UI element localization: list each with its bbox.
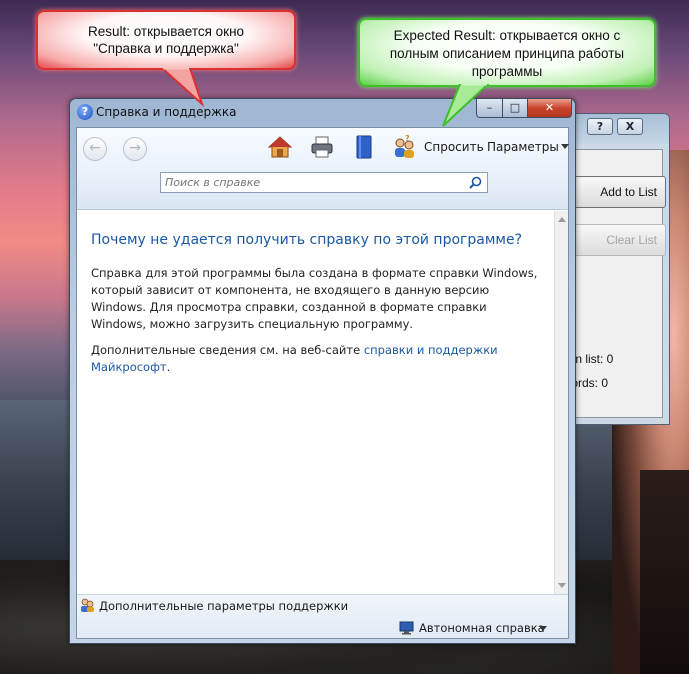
more-support-options-link[interactable]: Дополнительные параметры поддержки <box>99 599 348 613</box>
search-icon[interactable] <box>469 176 482 189</box>
article-heading: Почему не удается получить справку по эт… <box>91 232 523 248</box>
options-chevron-down-icon[interactable] <box>561 144 569 149</box>
background-app-body: Add to List Clear List Items in list: 0 … <box>561 149 666 418</box>
offline-help-icon <box>399 621 414 635</box>
help-article: Почему не удается получить справку по эт… <box>77 211 554 594</box>
help-client-area: ← → ? Спросить Параметры Поиск в справке… <box>76 127 569 639</box>
more-info-text: Дополнительные сведения см. на веб-сайте <box>91 343 364 357</box>
support-people-icon <box>81 598 94 612</box>
expected-callout-line3: программы <box>471 64 543 79</box>
help-footer: Дополнительные параметры поддержки Автон… <box>77 594 568 638</box>
svg-text:?: ? <box>405 134 410 143</box>
background-help-button[interactable]: ? <box>587 118 613 135</box>
background-app-titlebar[interactable]: ? X <box>561 114 669 144</box>
desktop-portrait-hair <box>640 470 689 674</box>
expected-callout-line1: Expected Result: открывается окно с <box>393 28 621 43</box>
book-icon[interactable] <box>351 134 377 160</box>
result-callout: Result: открывается окно "Справка и подд… <box>36 10 296 70</box>
background-app-window[interactable]: ? X Add to List Clear List Items in list… <box>560 113 670 425</box>
background-close-button[interactable]: X <box>617 118 643 135</box>
offline-help-chevron-down-icon[interactable] <box>539 626 547 631</box>
article-paragraph-more-info: Дополнительные сведения см. на веб-сайте… <box>91 342 540 376</box>
options-button[interactable]: Параметры <box>487 140 559 154</box>
ask-button[interactable]: Спросить <box>424 140 484 154</box>
back-arrow-icon[interactable]: ← <box>83 137 107 161</box>
search-box[interactable] <box>160 172 488 193</box>
expected-callout-line2: полным описанием принципа работы <box>389 46 625 61</box>
close-button[interactable]: ✕ <box>527 99 572 118</box>
article-paragraph: Справка для этой программы была создана … <box>91 266 538 331</box>
forward-arrow-icon[interactable]: → <box>123 137 147 161</box>
question-circle-icon: ? <box>77 104 93 120</box>
more-info-suffix: . <box>166 360 171 374</box>
result-callout-pointer <box>160 68 205 108</box>
home-icon[interactable] <box>267 134 293 160</box>
ask-people-icon[interactable]: ? <box>391 134 417 160</box>
vertical-scrollbar[interactable] <box>554 211 568 594</box>
scroll-up-icon[interactable] <box>558 217 566 222</box>
offline-help-dropdown[interactable]: Автономная справка <box>419 621 545 635</box>
maximize-button[interactable]: □ <box>502 99 528 118</box>
search-input[interactable] <box>165 175 455 190</box>
result-callout-line1: Result: открывается окно <box>87 24 245 39</box>
scroll-down-icon[interactable] <box>558 583 566 588</box>
expected-result-callout: Expected Result: открывается окно с полн… <box>358 18 656 87</box>
result-callout-line2: "Справка и поддержка" <box>93 41 239 56</box>
help-support-window[interactable]: ? Справка и поддержка – □ ✕ ← → ? Спроси… <box>69 98 576 644</box>
help-toolbar: ← → ? Спросить Параметры Поиск в справке <box>77 128 569 210</box>
add-to-list-button[interactable]: Add to List <box>574 176 666 208</box>
printer-icon[interactable] <box>309 134 335 160</box>
expected-callout-pointer <box>442 84 490 127</box>
clear-list-button[interactable]: Clear List <box>574 224 666 256</box>
